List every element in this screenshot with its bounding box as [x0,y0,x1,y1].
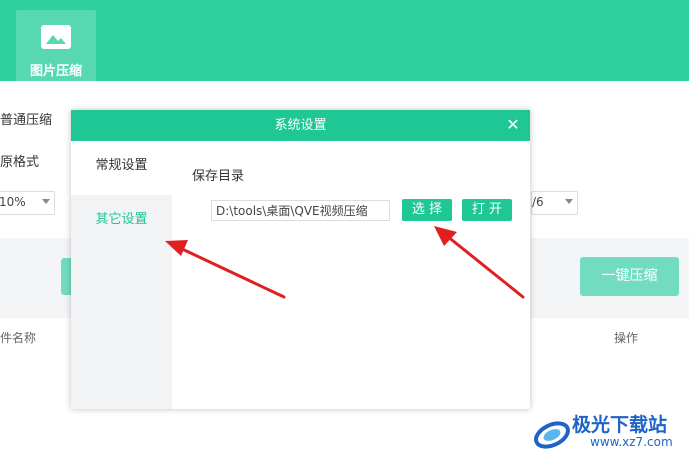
format-label: 原格式 [0,155,40,170]
save-directory-input[interactable] [211,200,390,221]
image-icon [41,25,71,49]
sidebar-item-general[interactable]: 常规设置 [71,141,172,191]
quality-select-value: 10% [0,195,26,209]
settings-dialog: 系统设置 ✕ 常规设置 其它设置 保存目录 选 择 打 开 [71,110,530,409]
right-select[interactable]: /6 [531,191,578,215]
choose-button[interactable]: 选 择 [402,199,452,221]
onekey-compress-button[interactable]: 一键压缩 [580,257,679,296]
watermark-url: www.xz7.com [590,435,673,449]
tab-label: 图片压缩 [29,64,82,79]
tab-image-compress[interactable]: 图片压缩 [16,10,96,81]
close-icon[interactable]: ✕ [504,110,522,141]
compress-mode-label: 普通压缩 [0,113,53,128]
chevron-down-icon [565,199,573,204]
watermark-name: 极光下载站 [572,414,668,436]
save-directory-label: 保存目录 [192,169,245,184]
column-header-actions: 操作 [614,331,639,345]
dialog-title: 系统设置 [71,110,530,141]
sidebar-item-other[interactable]: 其它设置 [71,195,172,245]
settings-sidebar: 常规设置 其它设置 [71,141,172,409]
open-button[interactable]: 打 开 [462,199,512,221]
column-header-filename: 件名称 [0,331,37,345]
quality-select[interactable]: 10% [0,191,55,215]
top-toolbar: 图片压缩 [0,0,689,81]
chevron-down-icon [42,199,50,204]
right-select-value: /6 [532,195,544,209]
